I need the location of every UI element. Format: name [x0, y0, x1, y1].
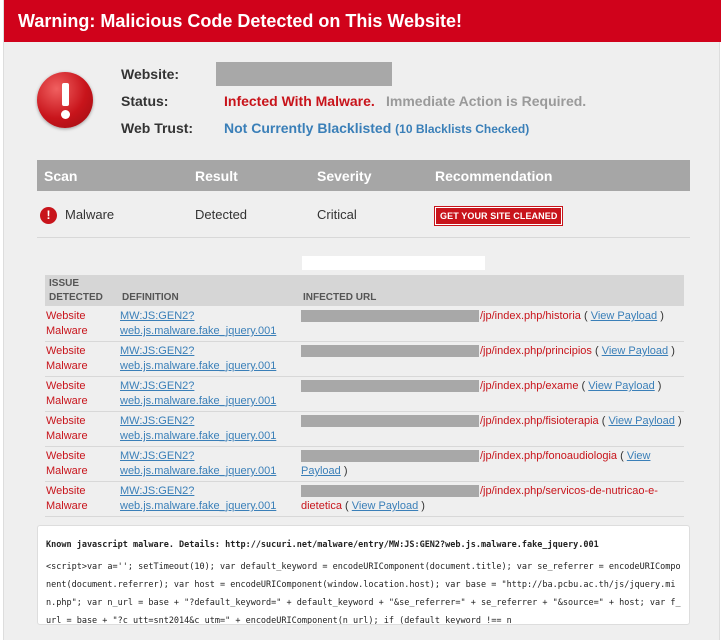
paren-close: ) — [418, 500, 425, 512]
scan-result: Detected — [195, 207, 248, 222]
issue-row: Website Malware MW:JS:GEN2? web.js.malware… — [45, 482, 684, 517]
alert-exclamation-icon — [37, 72, 93, 128]
definition-code[interactable]: MW:JS:GEN2? — [120, 450, 194, 462]
issue-row: Website Malware MW:JS:GEN2? web.js.malware… — [45, 377, 684, 412]
redacted-domain — [301, 345, 479, 358]
infected-url: /jp/index.php/historia ( View Payload ) — [301, 309, 683, 324]
definition-code[interactable]: MW:JS:GEN2? — [120, 310, 194, 322]
result-col-header: Result — [195, 168, 238, 184]
paren-close: ) — [674, 415, 682, 427]
severity-col-header: Severity — [317, 168, 372, 184]
recommendation-col-header: Recommendation — [435, 168, 553, 184]
url-col-header: INFECTED URL — [303, 292, 377, 303]
infected-url: /jp/index.php/exame ( View Payload ) — [301, 379, 683, 394]
redacted-domain — [301, 380, 479, 393]
definition-name[interactable]: web.js.malware.fake_jquery.001 — [120, 360, 276, 372]
paren-open: ( — [594, 345, 602, 357]
infected-url: /jp/index.php/fisioterapia ( View Payloa… — [301, 414, 683, 429]
view-payload-link[interactable]: View Payload — [352, 500, 418, 512]
infected-url: /jp/index.php/servicos-de-nutricao-e-die… — [301, 484, 683, 514]
issue-row: Website Malware MW:JS:GEN2? web.js.malware… — [45, 307, 684, 342]
issue-type: Website Malware — [46, 345, 88, 372]
details-title: Known javascript malware. Details: http:… — [46, 540, 599, 550]
definition-code[interactable]: MW:JS:GEN2? — [120, 415, 194, 427]
view-payload-link[interactable]: View Payload — [602, 345, 668, 357]
infected-path: /jp/index.php/fonoaudiologia — [480, 450, 618, 462]
paren-open: ( — [345, 500, 352, 512]
infected-url: /jp/index.php/principios ( View Payload … — [301, 344, 683, 359]
paren-close: ) — [657, 310, 664, 322]
definition-link[interactable]: MW:JS:GEN2? web.js.malware.fake_jquery.00… — [120, 414, 300, 444]
infected-path: /jp/index.php/principios — [480, 345, 592, 357]
redacted-domain — [301, 485, 479, 498]
report-frame: Warning: Malicious Code Detected on This… — [3, 0, 721, 640]
definition-code[interactable]: MW:JS:GEN2? — [120, 345, 194, 357]
definition-name[interactable]: web.js.malware.fake_jquery.001 — [120, 465, 276, 477]
details-code: <script>var a=''; setTimeout(10); var de… — [46, 562, 681, 625]
warning-banner: Warning: Malicious Code Detected on This… — [4, 0, 721, 42]
scan-col-header: Scan — [44, 168, 78, 184]
definition-link[interactable]: MW:JS:GEN2? web.js.malware.fake_jquery.00… — [120, 379, 300, 409]
issues-table-header: ISSUE DETECTED DEFINITION INFECTED URL — [45, 275, 684, 306]
malware-alert-icon: ! — [40, 207, 57, 224]
definition-link[interactable]: MW:JS:GEN2? web.js.malware.fake_jquery.00… — [120, 344, 300, 374]
trust-value[interactable]: Not Currently Blacklisted (10 Blacklists… — [224, 120, 529, 136]
status-label: Status: — [121, 93, 169, 109]
infected-path: /jp/index.php/exame — [480, 380, 579, 392]
redacted-domain — [301, 415, 479, 428]
infected-path: /jp/index.php/fisioterapia — [480, 415, 599, 427]
redacted-website-url — [216, 62, 392, 86]
issue-row: Website Malware MW:JS:GEN2? web.js.malware… — [45, 412, 684, 447]
definition-name[interactable]: web.js.malware.fake_jquery.001 — [120, 325, 276, 337]
definition-code[interactable]: MW:JS:GEN2? — [120, 485, 194, 497]
issue-col-header-line2: DETECTED — [49, 292, 103, 303]
issues-table-body: Website Malware MW:JS:GEN2? web.js.malware… — [45, 307, 684, 517]
status-infected: Infected With Malware. — [224, 93, 375, 109]
payload-details-box: Known javascript malware. Details: http:… — [37, 525, 690, 625]
infected-url: /jp/index.php/fonoaudiologia ( View Payl… — [301, 449, 683, 479]
issue-row: Website Malware MW:JS:GEN2? web.js.malware… — [45, 447, 684, 482]
website-row: Website: — [121, 66, 221, 82]
view-payload-link[interactable]: View Payload — [591, 310, 657, 322]
trust-row: Web Trust: — [121, 120, 221, 136]
redacted-domain — [301, 310, 479, 323]
status-row: Status: — [121, 93, 221, 109]
trust-value-text[interactable]: Not Currently Blacklisted — [224, 120, 391, 136]
trust-sub: (10 Blacklists Checked) — [395, 122, 530, 136]
paren-open: ( — [583, 310, 591, 322]
paren-close: ) — [340, 465, 348, 477]
website-label: Website: — [121, 66, 180, 82]
definition-link[interactable]: MW:JS:GEN2? web.js.malware.fake_jquery.00… — [120, 449, 300, 479]
scan-result-row: ! Malware Detected Critical GET YOUR SIT… — [37, 193, 690, 238]
infected-path: /jp/index.php/historia — [480, 310, 581, 322]
definition-name[interactable]: web.js.malware.fake_jquery.001 — [120, 395, 276, 407]
paren-close: ) — [654, 380, 662, 392]
status-action: Immediate Action is Required. — [386, 93, 587, 109]
redacted-domain — [301, 450, 479, 463]
definition-link[interactable]: MW:JS:GEN2? web.js.malware.fake_jquery.00… — [120, 484, 300, 514]
view-payload-link[interactable]: View Payload — [608, 415, 674, 427]
redacted-banner — [302, 256, 485, 270]
definition-col-header: DEFINITION — [122, 292, 179, 303]
definition-name[interactable]: web.js.malware.fake_jquery.001 — [120, 500, 276, 512]
issue-type: Website Malware — [46, 450, 88, 477]
issue-type: Website Malware — [46, 380, 88, 407]
definition-name[interactable]: web.js.malware.fake_jquery.001 — [120, 430, 276, 442]
issue-type: Website Malware — [46, 310, 88, 337]
definition-link[interactable]: MW:JS:GEN2? web.js.malware.fake_jquery.00… — [120, 309, 300, 339]
paren-open: ( — [620, 450, 627, 462]
scan-table-header: Scan Result Severity Recommendation — [37, 160, 690, 191]
trust-label: Web Trust: — [121, 120, 194, 136]
issue-type: Website Malware — [46, 485, 88, 512]
scan-name: Malware — [65, 207, 115, 222]
get-site-cleaned-button[interactable]: GET YOUR SITE CLEANED — [433, 206, 564, 226]
issue-row: Website Malware MW:JS:GEN2? web.js.malware… — [45, 342, 684, 377]
view-payload-link[interactable]: View Payload — [588, 380, 654, 392]
definition-code[interactable]: MW:JS:GEN2? — [120, 380, 194, 392]
issue-type: Website Malware — [46, 415, 88, 442]
paren-close: ) — [668, 345, 675, 357]
issue-col-header-line1: ISSUE — [49, 278, 80, 289]
scan-severity: Critical — [317, 207, 357, 222]
